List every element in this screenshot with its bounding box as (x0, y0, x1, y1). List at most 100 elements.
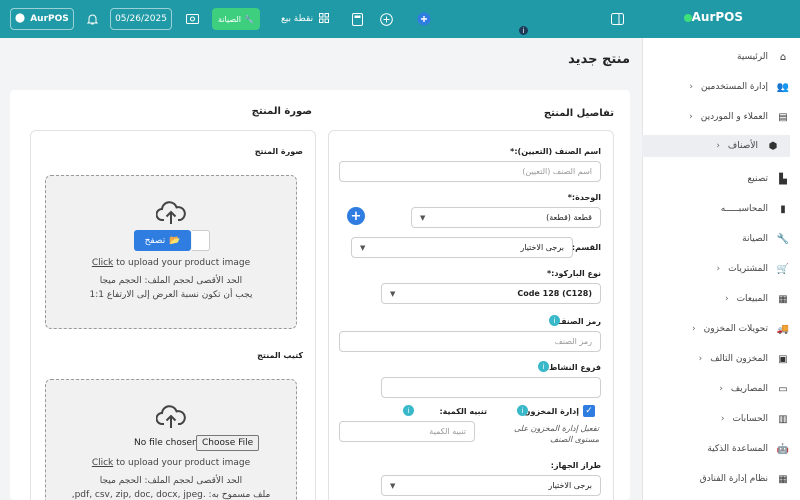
unit-select[interactable]: قطعة (قطعة) ▼ (411, 207, 601, 228)
users-icon: 👥 (776, 81, 790, 93)
calculator-button[interactable] (344, 8, 370, 30)
sidebar-item-products[interactable]: ⬢ الأصناف ‹ (642, 135, 790, 157)
info-icon[interactable]: i (519, 26, 528, 35)
sidebar-item-maintenance[interactable]: 🔧 الصيانة (642, 228, 800, 250)
cash-button[interactable] (180, 8, 204, 30)
manage-stock-checkbox[interactable]: ✓ (583, 405, 595, 417)
user-avatar-icon (15, 12, 25, 26)
category-select[interactable]: برجى الاختيار ▼ (351, 237, 573, 258)
browse-button[interactable]: 📂 تصفح (134, 230, 191, 251)
bell-icon (86, 14, 98, 25)
wrench-icon: 🔧 (776, 233, 790, 245)
sidebar-item-contacts[interactable]: ▤ العملاء و الموردين ‹ (642, 106, 800, 128)
barcode-select[interactable]: Code 128 (C128) ▼ (381, 283, 601, 304)
book-icon: ▮ (780, 203, 786, 215)
sidebar-item-damaged-stock[interactable]: ▣ المخزون التالف ‹ (642, 348, 800, 370)
grid-icon (319, 12, 330, 26)
unit-value: قطعة (قطعة) (546, 213, 592, 222)
manage-stock-label: إدارة المخزون؟ (519, 407, 579, 416)
sidebar-item-stock-transfers[interactable]: 🚚 تحويلات المخزون ‹ (642, 318, 800, 340)
details-panel: اسم الصنف (التعيين):* اسم الصنف (التعيين… (328, 130, 614, 500)
chevron-left-icon: ‹ (698, 354, 703, 364)
branches-label: فروع النشاط: (545, 363, 601, 372)
barcode-label: نوع الباركود:* (546, 269, 601, 278)
chevron-left-icon: ‹ (724, 294, 729, 304)
alert-qty-info-icon[interactable]: i (403, 405, 414, 416)
image-section-title: صورة المنتج (251, 106, 312, 117)
address-book-icon: ▤ (778, 111, 788, 123)
top-bar: AurPOS نقطة بيع 🔧 الصيانة 05/26/2025 Aur… (0, 0, 800, 38)
branches-select[interactable] (381, 377, 601, 398)
truck-icon: 🚚 (776, 323, 790, 335)
sidebar-item-purchases[interactable]: 🛒 المشتريات ‹ (642, 258, 800, 280)
wallet-icon: ▭ (778, 383, 788, 395)
image-panel: صورة المنتج 📂 تصفح Click to upload your … (30, 130, 316, 500)
sidebar-item-home[interactable]: ⌂ الرئيسية (642, 46, 800, 68)
chevron-left-icon: ‹ (716, 141, 720, 151)
caret-down-icon: ▼ (360, 243, 366, 252)
manage-stock-info-icon[interactable]: i (517, 405, 528, 416)
sidebar-toggle-icon[interactable] (608, 11, 626, 27)
name-input[interactable]: اسم الصنف (التعيين) (339, 161, 601, 182)
sku-input[interactable]: رمز الصنف (339, 331, 601, 352)
device-model-label: طراز الجهاز: (550, 461, 601, 470)
add-circle-button[interactable] (372, 8, 400, 30)
branches-info-icon[interactable]: i (538, 361, 549, 372)
date-display: 05/26/2025 (110, 8, 172, 30)
plus-circle-filled-icon[interactable] (414, 11, 434, 27)
sidebar-item-expenses[interactable]: ▭ المصاريف ‹ (642, 378, 800, 400)
chevron-left-icon: ‹ (719, 384, 723, 394)
name-label: اسم الصنف (التعيين):* (510, 147, 601, 156)
sidebar-item-smart-help[interactable]: 🤖 المساعدة الذكية (642, 438, 800, 460)
money-icon (185, 14, 199, 24)
notifications-button[interactable] (82, 8, 102, 30)
page-title: منتج جديد (568, 52, 630, 67)
brand-name: AurPOS (691, 10, 743, 24)
choose-file-button[interactable]: Choose File (196, 435, 260, 451)
home-icon: ⌂ (779, 51, 787, 63)
sku-label: رمز الصنف: (554, 317, 601, 326)
barcode-value: Code 128 (C128) (517, 289, 592, 298)
max-size-text: الحد الأقصى لحجم الملف: الحجم ميجا (99, 276, 243, 286)
receipt-icon: ▦ (778, 293, 788, 305)
form-card: تفاصيل المنتج صورة المنتج اسم الصنف (الت… (10, 90, 630, 500)
image-dropzone[interactable]: 📂 تصفح Click to upload your product imag… (45, 175, 297, 329)
sidebar-item-manufacturing[interactable]: ▙ تصنيع (642, 168, 800, 190)
chevron-left-icon: ‹ (689, 112, 693, 122)
calculator-icon: ▥ (778, 413, 788, 425)
sku-info-icon[interactable]: i (549, 315, 560, 326)
maintenance-button[interactable]: 🔧 الصيانة (212, 8, 260, 30)
chevron-left-icon: ‹ (692, 324, 696, 334)
caret-down-icon: ▼ (420, 213, 426, 222)
cube-icon: ⬢ (768, 140, 778, 152)
device-model-select[interactable]: برجى الاختيار ▼ (381, 475, 601, 496)
cloud-upload-icon (155, 404, 186, 433)
category-label: القسم: (571, 243, 601, 252)
wrench-icon: 🔧 (244, 14, 254, 24)
add-unit-button[interactable]: + (347, 207, 365, 225)
industry-icon: ▙ (779, 173, 787, 185)
unit-label: الوحدة:* (567, 193, 601, 202)
plus-circle-icon (379, 12, 393, 26)
alert-qty-label: تنبيه الكمية: (439, 407, 487, 416)
alert-qty-input[interactable]: تنبيه الكمية (339, 421, 475, 442)
brochure-max-size-text: الحد الأقصى لحجم الملف: الحجم ميجا (99, 476, 243, 486)
sidebar-item-sales[interactable]: ▦ المبيعات ‹ (642, 288, 800, 310)
user-label: AurPOS (30, 14, 69, 24)
pos-button[interactable]: نقطة بيع (274, 8, 336, 30)
chevron-left-icon: ‹ (689, 82, 693, 92)
damaged-box-icon: ▣ (778, 353, 788, 365)
upload-instruction: Click to upload your product image (91, 258, 251, 268)
sidebar-item-users[interactable]: 👥 إدارة المستخدمين ‹ (642, 76, 800, 98)
ratio-text: يجب أن تكون نسبة العرض إلى الارتفاع 1:1 (89, 290, 253, 300)
brochure-dropzone[interactable]: No file chosen Choose File Click to uplo… (45, 379, 297, 500)
no-file-text: No file chosen (134, 438, 198, 448)
sidebar-item-hotel[interactable]: ▦ نظام إدارة الفنادق (642, 468, 800, 490)
allowed-files-text: ملف مسموح به: .pdf, csv, zip, doc, docx,… (71, 490, 271, 500)
user-menu-button[interactable]: AurPOS (10, 8, 74, 30)
sidebar-item-accounting[interactable]: ▮ المحاسبـــــه (642, 198, 800, 220)
sidebar-item-accounts[interactable]: ▥ الحسابات ‹ (642, 408, 800, 430)
brochure-upload-instruction: Click to upload your product image (91, 458, 251, 468)
file-name-box (192, 230, 210, 251)
cloud-upload-icon (155, 200, 186, 229)
